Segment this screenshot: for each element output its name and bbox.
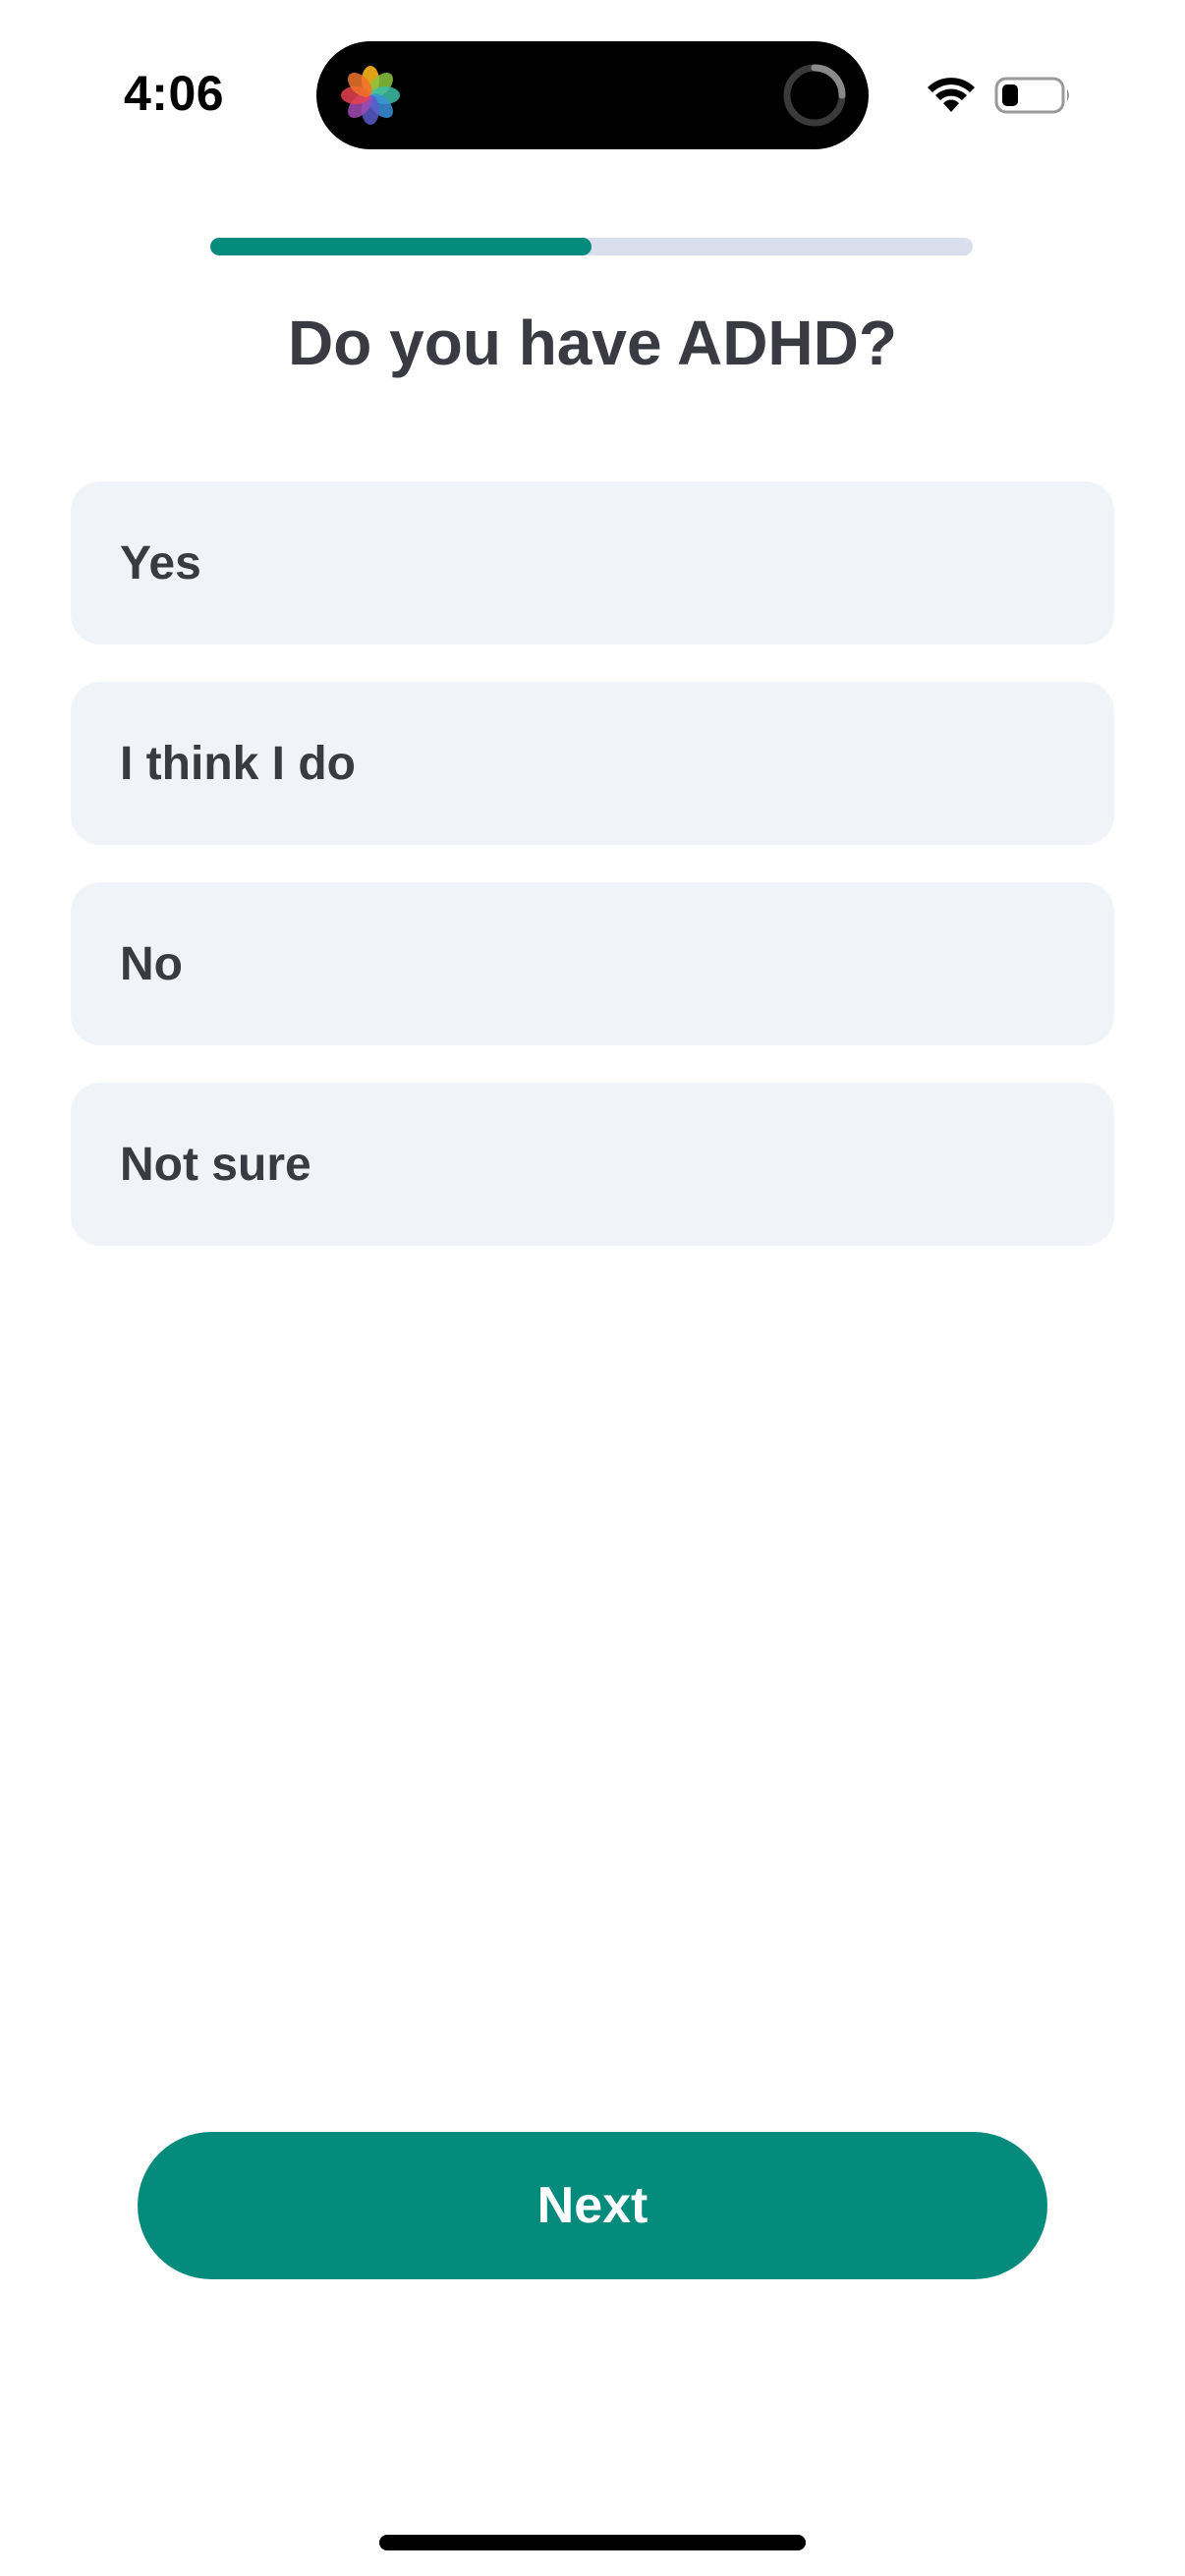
option-label: I think I do <box>120 737 356 790</box>
photos-app-icon <box>341 66 400 125</box>
option-yes[interactable]: Yes <box>71 481 1114 644</box>
options-list: Yes I think I do No Not sure <box>71 481 1114 1283</box>
loading-ring-icon <box>783 64 846 127</box>
progress-bar <box>210 238 973 255</box>
progress-fill <box>210 238 592 255</box>
battery-icon <box>994 77 1069 114</box>
option-not-sure[interactable]: Not sure <box>71 1083 1114 1246</box>
next-button[interactable]: Next <box>138 2132 1047 2279</box>
dynamic-island <box>316 41 869 149</box>
option-no[interactable]: No <box>71 882 1114 1045</box>
home-indicator[interactable] <box>379 2535 806 2550</box>
wifi-icon <box>928 78 975 112</box>
option-label: Yes <box>120 536 201 589</box>
option-label: Not sure <box>120 1138 311 1191</box>
status-time: 4:06 <box>124 66 225 121</box>
page-title: Do you have ADHD? <box>288 308 897 378</box>
option-i-think-i-do[interactable]: I think I do <box>71 682 1114 845</box>
option-label: No <box>120 937 183 990</box>
